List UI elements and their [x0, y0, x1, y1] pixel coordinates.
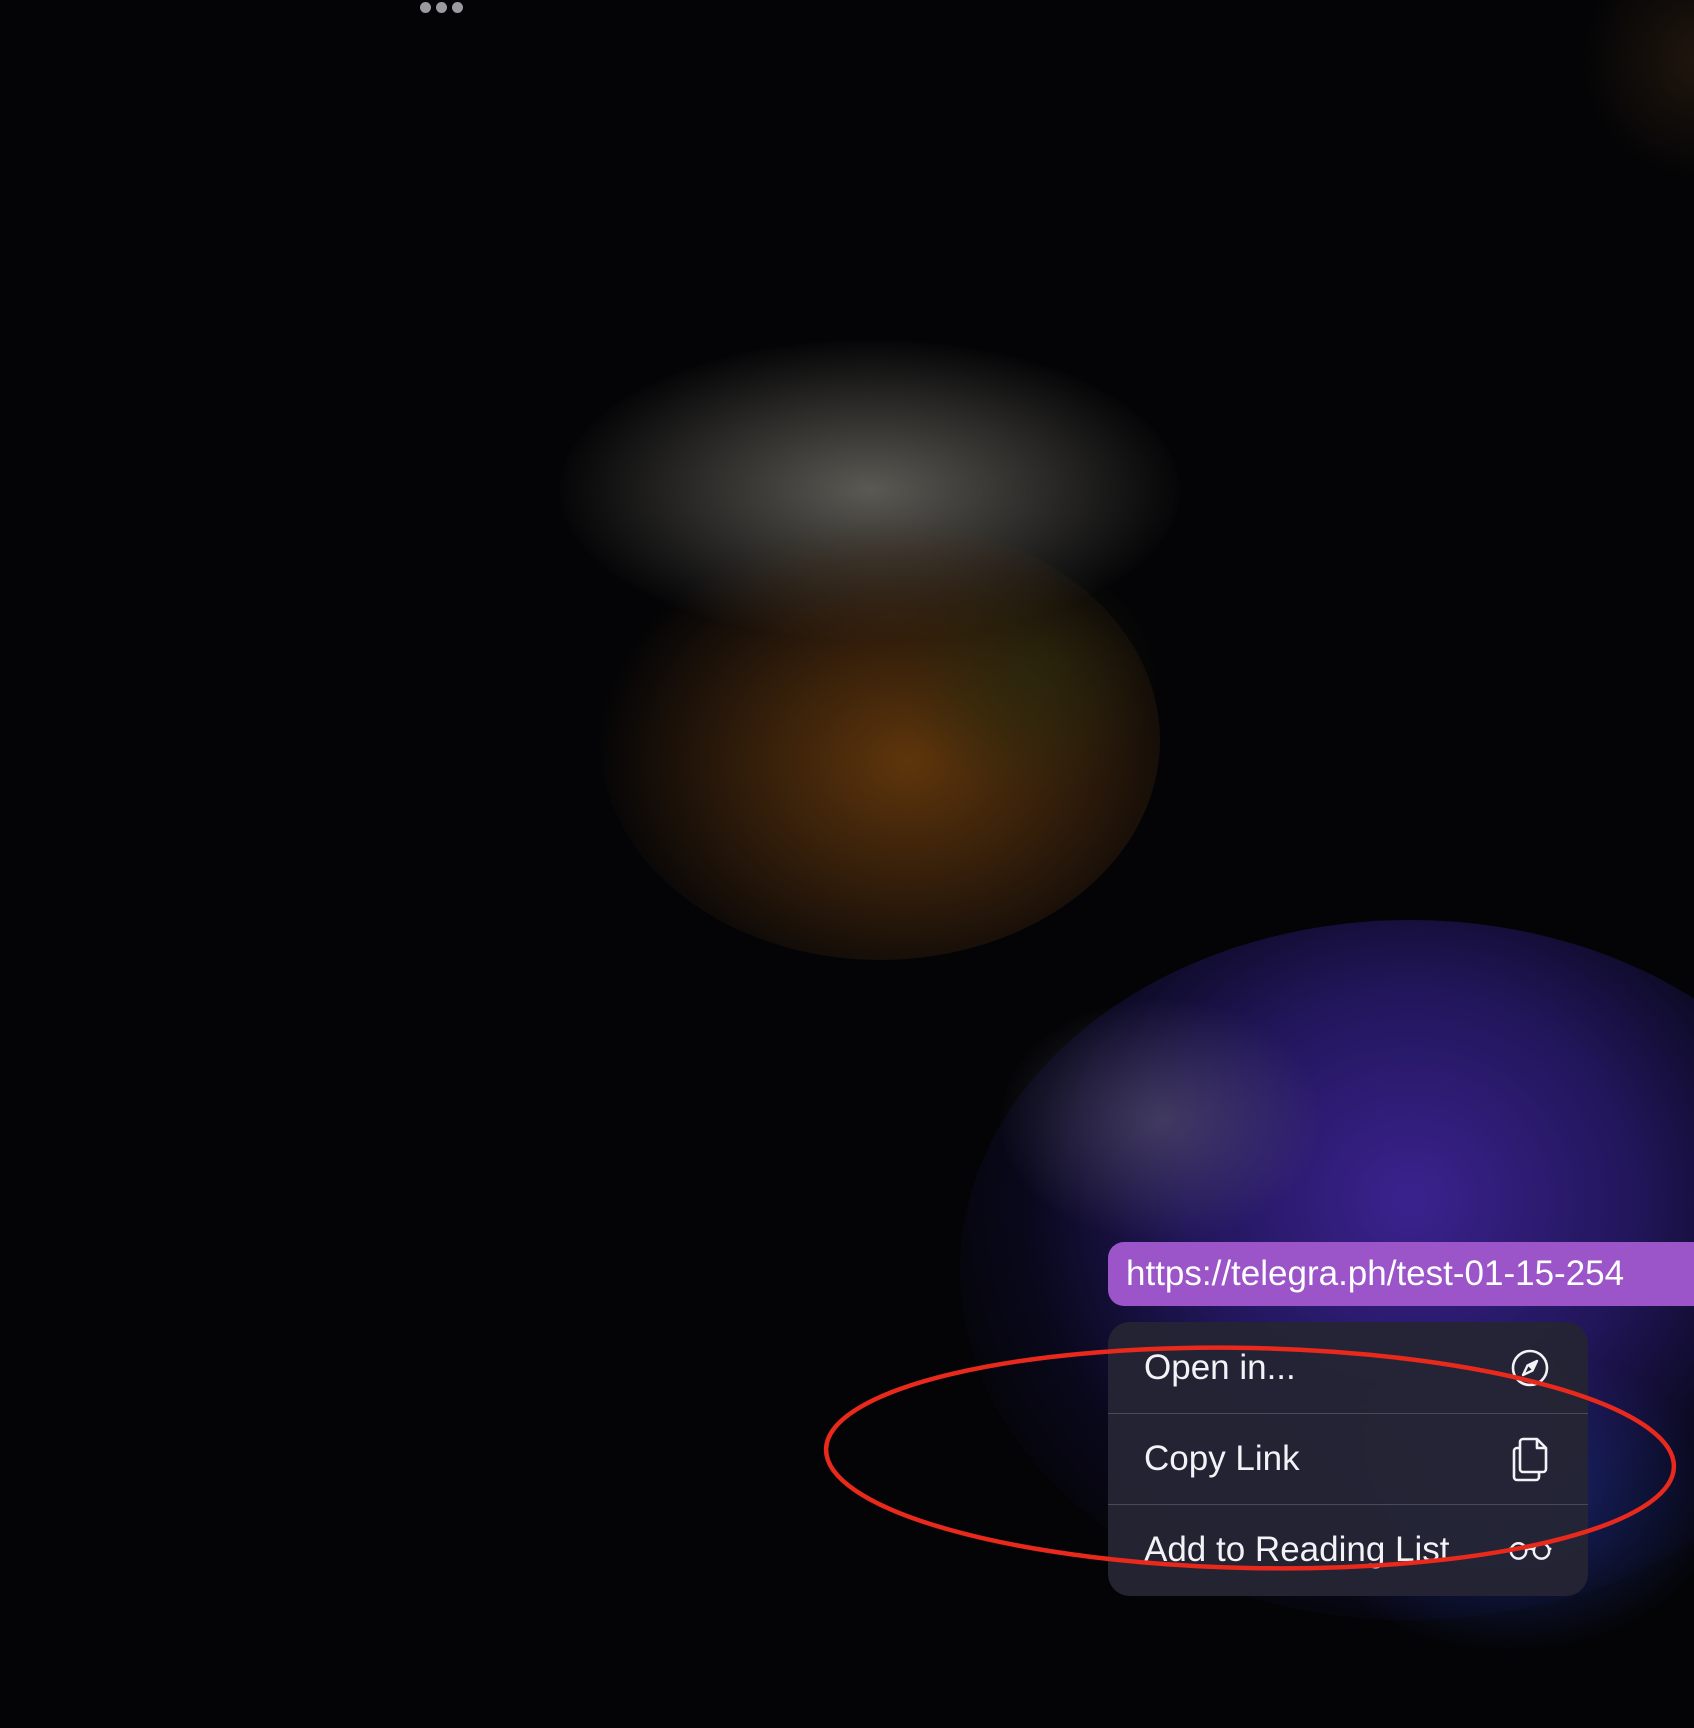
link-preview-bubble[interactable]: https://telegra.ph/test-01-15-254: [1108, 1242, 1694, 1306]
ellipsis-icon[interactable]: [420, 2, 463, 13]
copy-icon: [1508, 1437, 1552, 1482]
compass-icon: [1508, 1346, 1552, 1390]
menu-item-label: Copy Link: [1144, 1439, 1300, 1478]
background-blur-corner: [1580, 0, 1694, 180]
menu-item-add-to-reading-list[interactable]: Add to Reading List: [1108, 1504, 1588, 1595]
background-blur-gray-2: [1000, 1000, 1320, 1240]
dot: [420, 2, 431, 13]
menu-item-label: Open in...: [1144, 1347, 1296, 1387]
dot: [436, 2, 447, 13]
menu-item-copy-link[interactable]: Copy Link: [1108, 1413, 1588, 1504]
dot: [452, 2, 463, 13]
menu-item-label: Add to Reading List: [1144, 1530, 1450, 1569]
link-url: https://telegra.ph/test-01-15-254: [1126, 1254, 1625, 1293]
background-blur-green: [900, 560, 1160, 800]
background-blur-amber: [600, 520, 1160, 960]
screen: https://telegra.ph/test-01-15-254 Open i…: [0, 0, 1694, 1728]
context-menu: Open in... Copy Link Add to Reading List: [1108, 1322, 1588, 1596]
glasses-icon: [1508, 1528, 1552, 1572]
menu-item-open-in[interactable]: Open in...: [1108, 1322, 1588, 1413]
background-blur-gray: [560, 340, 1180, 640]
